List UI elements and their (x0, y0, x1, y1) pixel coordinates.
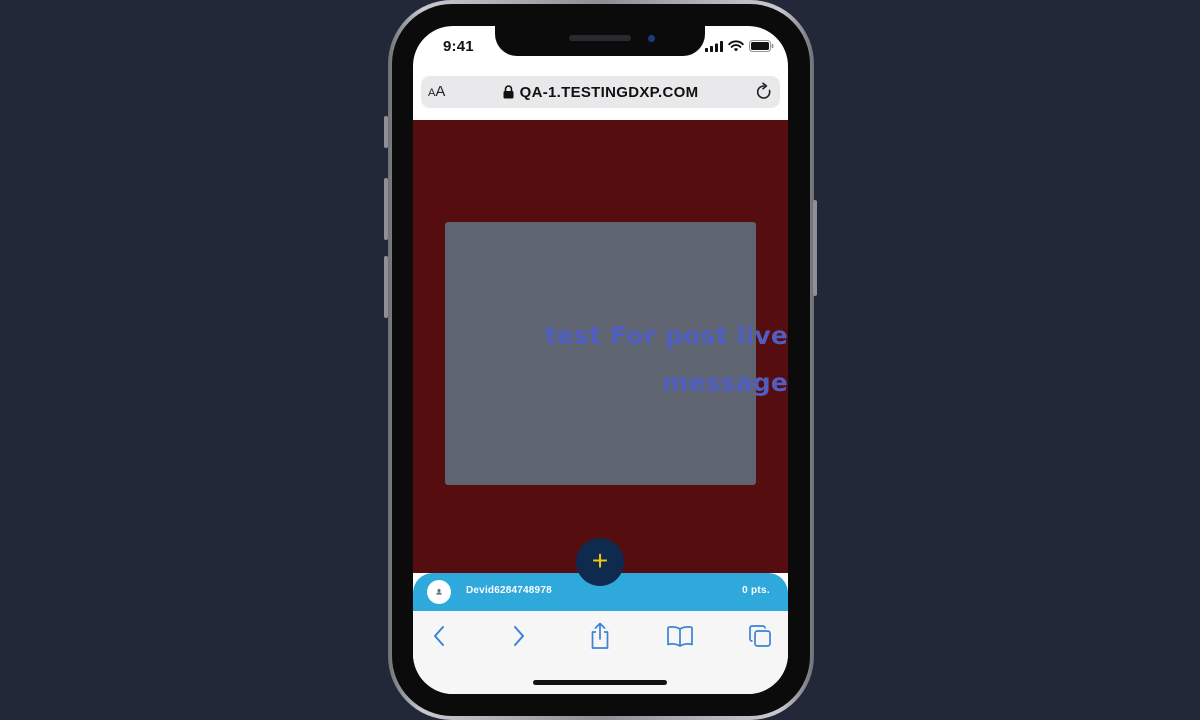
web-content: test For post live message (413, 120, 788, 573)
reload-icon (756, 82, 771, 99)
bookmarks-icon (667, 626, 693, 647)
reload-button[interactable] (754, 82, 774, 107)
bookmarks-button[interactable] (665, 621, 695, 651)
volume-down-button (384, 256, 388, 318)
url-text: QA-1.TESTINGDXP.COM (519, 83, 699, 101)
status-time: 9:41 (443, 38, 474, 55)
share-button[interactable] (585, 621, 615, 651)
share-icon (591, 622, 609, 649)
wifi-icon (728, 40, 744, 52)
username: Devid6284748978 (466, 585, 552, 596)
forward-icon (514, 626, 524, 646)
back-button[interactable] (424, 621, 454, 651)
lock-icon (503, 85, 514, 99)
phone-screen: 9:41 AA QA-1.TESTINGDXP.COM test For pos… (413, 26, 788, 694)
avatar[interactable] (427, 580, 451, 604)
tabs-button[interactable] (745, 621, 775, 651)
forward-button[interactable] (504, 621, 534, 651)
points-badge: 0 pts. (742, 585, 770, 596)
add-post-button[interactable]: + (576, 538, 624, 586)
home-indicator (533, 680, 667, 685)
address-bar[interactable]: AA QA-1.TESTINGDXP.COM (421, 76, 780, 108)
notch (495, 26, 705, 56)
power-button (813, 200, 817, 296)
back-icon (434, 626, 444, 646)
silent-switch (384, 116, 388, 148)
tabs-icon (749, 625, 771, 647)
url-display[interactable]: QA-1.TESTINGDXP.COM (421, 76, 780, 108)
status-icons (705, 40, 774, 52)
user-icon (436, 588, 442, 595)
front-camera (648, 35, 655, 42)
post-message: test For post live message (544, 321, 788, 397)
volume-up-button (384, 178, 388, 240)
battery-icon (749, 40, 774, 52)
speaker-grille (569, 35, 631, 41)
signal-icon (705, 40, 723, 52)
